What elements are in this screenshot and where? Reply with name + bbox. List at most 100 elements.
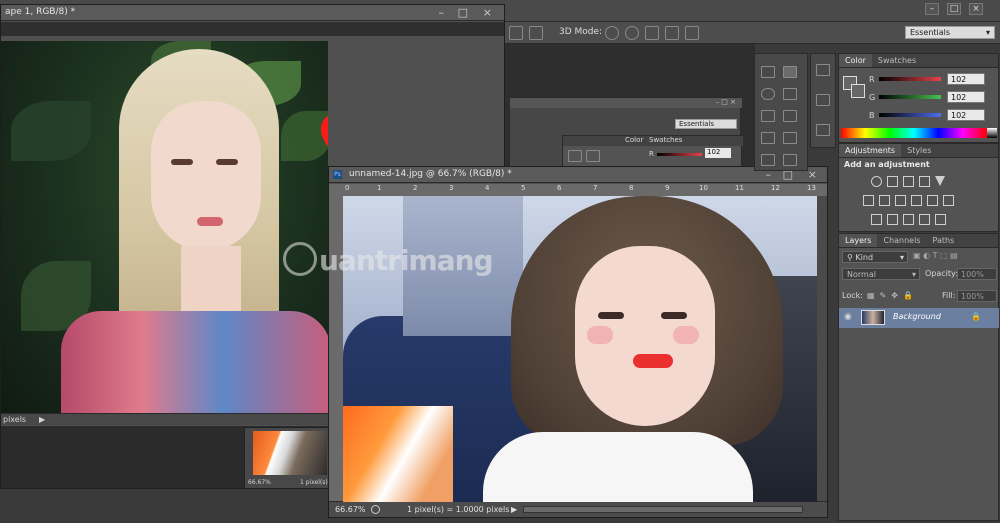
adjustments-title: Add an adjustment xyxy=(844,160,930,169)
status-menu-arrow-icon[interactable]: ▶ xyxy=(511,502,517,517)
nested-title-bar: – □ × xyxy=(510,98,742,108)
close-button[interactable]: × xyxy=(969,3,983,15)
3d-roll-icon[interactable] xyxy=(625,26,639,40)
3d-camera-icon[interactable] xyxy=(685,26,699,40)
levels-icon[interactable] xyxy=(887,176,898,187)
crop-tool-icon[interactable] xyxy=(761,110,775,122)
posterize-icon[interactable] xyxy=(887,214,898,225)
channel-g-value[interactable]: 102 xyxy=(947,91,985,103)
curves-icon[interactable] xyxy=(903,176,914,187)
align-icon[interactable] xyxy=(509,26,523,40)
layer-row-background[interactable]: ◉ Background 🔒 xyxy=(839,308,999,328)
eye-visibility-icon[interactable]: ◉ xyxy=(844,312,852,322)
distribute-icon[interactable] xyxy=(529,26,543,40)
adjustments-panel: Adjustments Styles Add an adjustment xyxy=(838,143,999,232)
channel-b-slider[interactable] xyxy=(879,113,941,117)
document-tab-back[interactable]: ape 1, RGB/8) * – □ × xyxy=(1,5,504,21)
lips-shape xyxy=(633,354,673,368)
threshold-icon[interactable] xyxy=(903,214,914,225)
tab-adjustments[interactable]: Adjustments xyxy=(839,144,902,157)
move-tool-icon[interactable] xyxy=(783,66,797,78)
status-menu-arrow-icon[interactable]: ▶ xyxy=(39,414,45,425)
minimize-icon[interactable]: – xyxy=(439,5,445,20)
close-icon[interactable]: × xyxy=(483,5,492,20)
invert-icon[interactable] xyxy=(871,214,882,225)
stamp-tool-icon[interactable] xyxy=(761,154,775,166)
channel-b-value[interactable]: 102 xyxy=(947,109,985,121)
workspace-select[interactable]: Essentials ▾ xyxy=(905,26,995,39)
lock-icons[interactable]: ▦✎✥🔒 xyxy=(867,291,918,300)
document-tab-back-title: ape 1, RGB/8) * xyxy=(5,7,76,17)
channel-r-label: R xyxy=(869,75,875,84)
status-info-icon[interactable] xyxy=(371,505,380,514)
eye-shape xyxy=(598,312,624,319)
magic-wand-tool-icon[interactable] xyxy=(783,88,797,100)
eyedropper-tool-icon[interactable] xyxy=(783,110,797,122)
tab-channels[interactable]: Channels xyxy=(877,234,926,247)
exposure-icon[interactable] xyxy=(919,176,930,187)
3d-pan-icon[interactable] xyxy=(645,26,659,40)
channel-r-slider[interactable] xyxy=(879,77,941,81)
nested-channel-value[interactable]: 102 xyxy=(705,148,731,158)
ps-logo-icon: Ps xyxy=(333,170,342,179)
cheek-blush xyxy=(673,326,699,344)
tab-color[interactable]: Color xyxy=(839,54,872,67)
adjustment-row-1 xyxy=(871,176,950,190)
opacity-label: Opacity: xyxy=(925,269,958,278)
nested-channel-slider[interactable] xyxy=(657,153,702,156)
marquee-tool-icon[interactable] xyxy=(761,66,775,78)
bw-ramp[interactable] xyxy=(987,128,997,138)
status-zoom[interactable]: 66.67% xyxy=(335,502,366,517)
tab-paths[interactable]: Paths xyxy=(927,234,961,247)
healing-tool-icon[interactable] xyxy=(761,132,775,144)
background-color-swatch[interactable] xyxy=(851,84,865,98)
minimize-button[interactable]: – xyxy=(925,3,939,15)
3d-panel-icon[interactable] xyxy=(816,124,830,136)
brush-tool-icon[interactable] xyxy=(783,132,797,144)
channel-mixer-icon[interactable] xyxy=(927,195,938,206)
color-panel: Color Swatches R 102 G 102 B 102 xyxy=(838,53,999,143)
black-white-icon[interactable] xyxy=(895,195,906,206)
3d-slide-icon[interactable] xyxy=(665,26,679,40)
photo-filter-icon[interactable] xyxy=(911,195,922,206)
color-lookup-icon[interactable] xyxy=(943,195,954,206)
properties-panel-icon[interactable] xyxy=(816,94,830,106)
hue-saturation-icon[interactable] xyxy=(863,195,874,206)
chevron-down-icon: ▾ xyxy=(911,270,916,279)
document-tab-front[interactable]: Ps unnamed-14.jpg @ 66.7% (RGB/8) * – □ … xyxy=(329,167,827,183)
brightness-icon[interactable] xyxy=(871,176,882,187)
history-brush-tool-icon[interactable] xyxy=(783,154,797,166)
history-panel-icon[interactable] xyxy=(816,64,830,76)
kind-filter-select[interactable]: ⚲ Kind ▾ xyxy=(842,251,908,263)
blend-mode-select[interactable]: Normal ▾ xyxy=(842,268,920,280)
nested-tab-swatches[interactable]: Swatches xyxy=(649,136,682,144)
tab-swatches[interactable]: Swatches xyxy=(872,54,922,67)
channel-r-value[interactable]: 102 xyxy=(947,73,985,85)
tab-layers[interactable]: Layers xyxy=(839,234,878,247)
color-balance-icon[interactable] xyxy=(879,195,890,206)
opacity-input[interactable]: 100% xyxy=(957,268,997,280)
close-icon[interactable]: × xyxy=(808,167,817,182)
tab-styles[interactable]: Styles xyxy=(901,144,937,157)
mini-document-thumbnail: 66.67% 1 pixel(s) xyxy=(244,427,329,488)
channel-g-label: G xyxy=(869,93,876,102)
selective-color-icon[interactable] xyxy=(919,214,930,225)
gradient-map-icon[interactable] xyxy=(935,214,946,225)
channel-g-slider[interactable] xyxy=(879,95,941,99)
vibrance-icon[interactable] xyxy=(935,176,945,187)
color-spectrum-ramp[interactable] xyxy=(841,128,987,138)
fill-input[interactable]: 100% xyxy=(957,290,997,302)
ruler-tick: 11 xyxy=(735,184,744,192)
nested-tab-color[interactable]: Color xyxy=(625,136,643,144)
lasso-tool-icon[interactable] xyxy=(761,88,775,100)
vertical-scrollbar[interactable] xyxy=(817,196,827,504)
maximize-button[interactable]: □ xyxy=(947,3,961,15)
horizontal-scrollbar[interactable] xyxy=(523,506,803,513)
nested-workspace-select[interactable]: Essentials xyxy=(675,119,737,129)
chevron-down-icon: ▾ xyxy=(899,253,904,262)
layer-thumbnail xyxy=(861,310,885,325)
watermark-text: uantrimang xyxy=(319,244,494,277)
blend-mode-value: Normal xyxy=(847,270,876,279)
restore-icon[interactable]: □ xyxy=(458,5,468,20)
3d-orbit-icon[interactable] xyxy=(605,26,619,40)
